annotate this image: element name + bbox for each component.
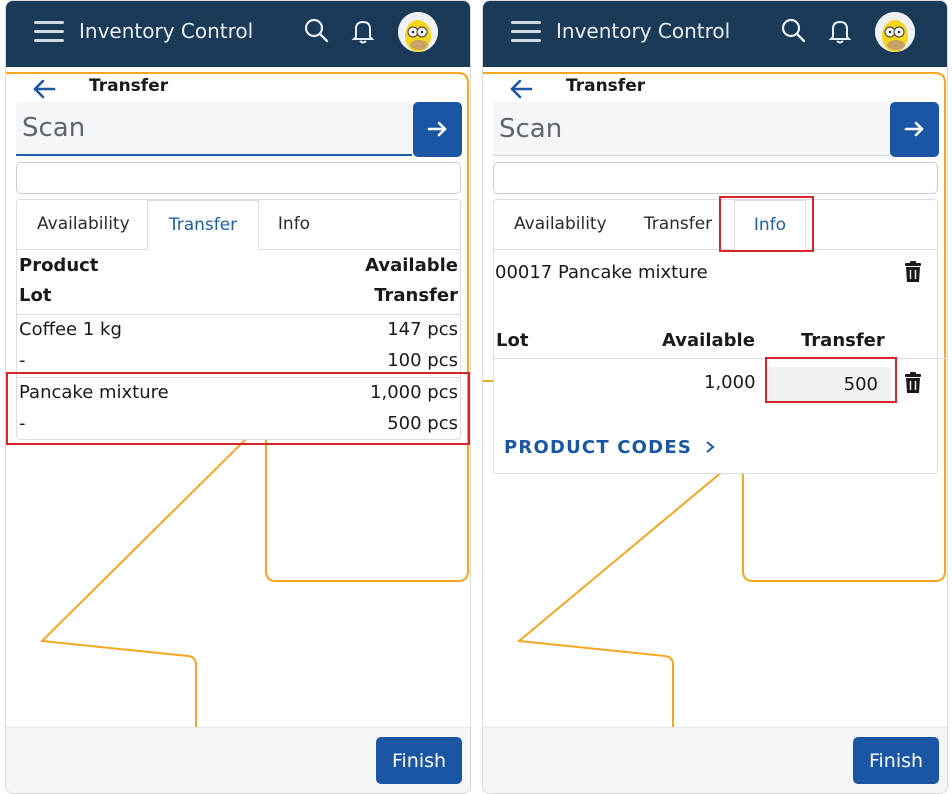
table-header-row-2: Lot Transfer xyxy=(17,281,460,314)
scan-input[interactable] xyxy=(16,102,412,156)
tab-bar: Availability Transfer Info xyxy=(494,200,937,250)
row-lot: - xyxy=(19,413,26,434)
header-available: Available xyxy=(365,255,458,276)
transfer-card: Availability Transfer Info Product Avail… xyxy=(16,199,461,440)
scan-submit-button[interactable] xyxy=(413,102,462,157)
product-codes-link[interactable]: PRODUCT CODES xyxy=(504,437,717,458)
finish-button[interactable]: Finish xyxy=(853,737,939,784)
header-lot: Lot xyxy=(19,285,52,306)
row-available: 1,000 xyxy=(704,372,756,393)
page-title: Transfer xyxy=(566,76,646,96)
row-transfer: 100 pcs xyxy=(387,350,458,371)
table-row[interactable]: Pancake mixture 1,000 pcs - 500 pcs xyxy=(17,378,460,440)
header-lot: Lot xyxy=(496,330,529,351)
search-icon[interactable] xyxy=(302,16,332,46)
scan-input[interactable] xyxy=(493,102,889,156)
row-transfer: 500 pcs xyxy=(387,413,458,434)
row-available: 147 pcs xyxy=(387,319,458,340)
header-transfer: Transfer xyxy=(374,285,458,306)
finish-button[interactable]: Finish xyxy=(376,737,462,784)
secondary-input[interactable] xyxy=(16,162,461,194)
app-bar: Inventory Control xyxy=(483,1,947,67)
header-transfer: Transfer xyxy=(801,330,885,351)
table-header-row: Product Available xyxy=(17,251,460,281)
trash-icon[interactable] xyxy=(902,260,924,284)
row-product: Coffee 1 kg xyxy=(19,319,122,340)
back-arrow-icon[interactable] xyxy=(507,75,535,103)
bell-icon[interactable] xyxy=(348,16,378,46)
search-icon[interactable] xyxy=(779,16,809,46)
secondary-input[interactable] xyxy=(493,162,938,194)
menu-icon[interactable] xyxy=(34,19,66,45)
tab-transfer[interactable]: Transfer xyxy=(642,200,714,249)
arrow-right-icon xyxy=(904,121,924,137)
product-title: 00017 Pancake mixture xyxy=(495,262,708,283)
transfer-quantity-input[interactable] xyxy=(766,367,892,401)
product-codes-label: PRODUCT CODES xyxy=(504,437,692,458)
phone-right-screen: Inventory Control Transfer Scan Availabi… xyxy=(482,0,948,794)
app-bar: Inventory Control xyxy=(6,1,470,67)
app-title: Inventory Control xyxy=(79,19,254,43)
avatar[interactable] xyxy=(875,12,915,52)
tab-bar: Availability Transfer Info xyxy=(17,200,460,250)
tab-info[interactable]: Info xyxy=(275,200,313,249)
page-title: Transfer xyxy=(89,76,169,96)
row-available: 1,000 pcs xyxy=(370,382,458,403)
chevron-right-icon xyxy=(706,441,716,453)
back-arrow-icon[interactable] xyxy=(30,75,58,103)
scan-submit-button[interactable] xyxy=(890,102,939,157)
app-title: Inventory Control xyxy=(556,19,731,43)
row-lot: - xyxy=(19,350,26,371)
trash-icon[interactable] xyxy=(902,371,924,395)
table-row[interactable]: Coffee 1 kg 147 pcs - 100 pcs xyxy=(17,315,460,377)
tab-info[interactable]: Info xyxy=(734,200,806,250)
phone-left-screen: Inventory Control Transfer Scan Availabi… xyxy=(5,0,471,794)
header-available: Available xyxy=(662,330,755,351)
header-product: Product xyxy=(19,255,99,276)
tab-availability[interactable]: Availability xyxy=(37,200,130,249)
row-product: Pancake mixture xyxy=(19,382,169,403)
tab-transfer[interactable]: Transfer xyxy=(147,200,259,250)
bell-icon[interactable] xyxy=(825,16,855,46)
arrow-right-icon xyxy=(427,121,447,137)
info-card: Availability Transfer Info 00017 Pancake… xyxy=(493,199,947,474)
menu-icon[interactable] xyxy=(511,19,543,45)
avatar[interactable] xyxy=(398,12,438,52)
tab-availability[interactable]: Availability xyxy=(514,200,607,249)
